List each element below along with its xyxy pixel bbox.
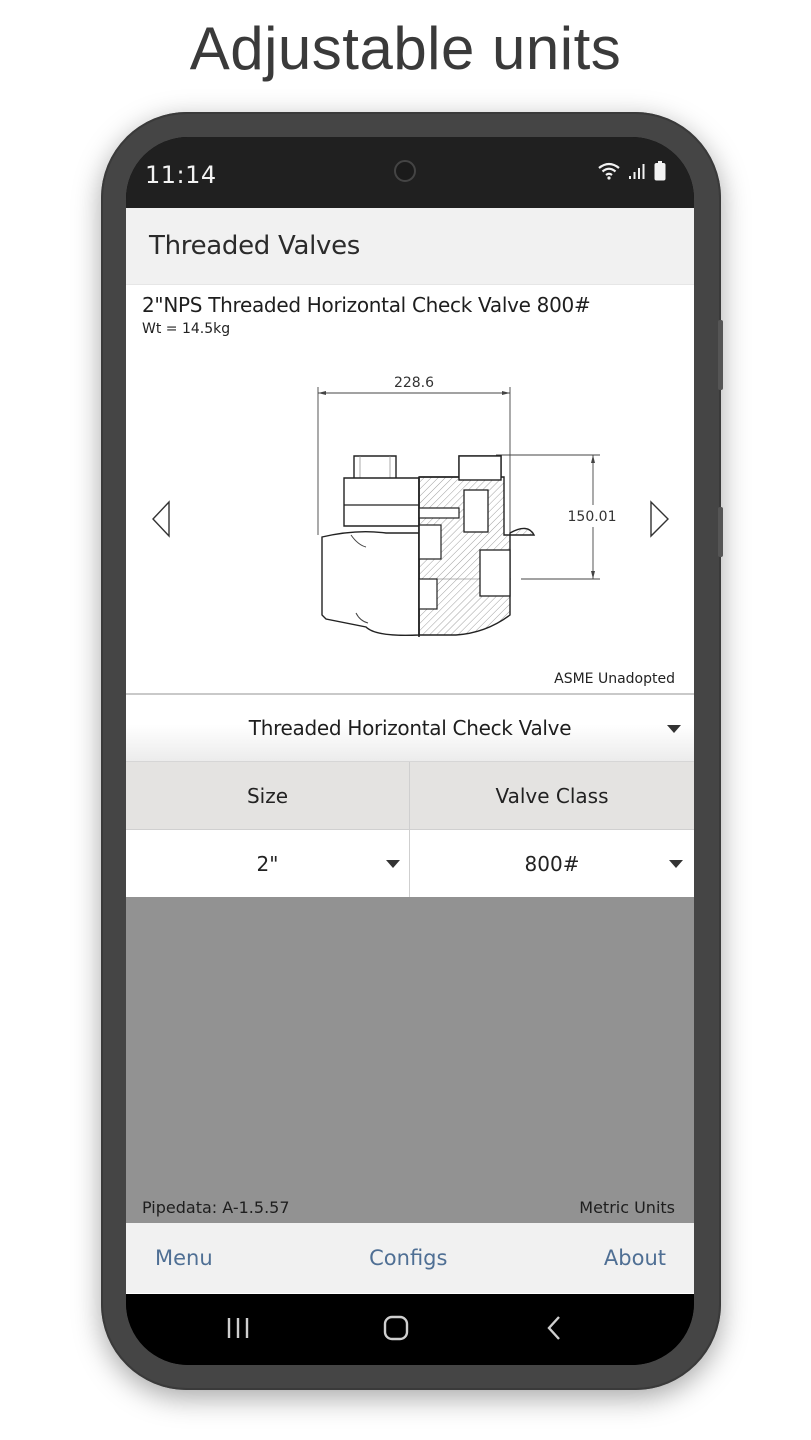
chevron-down-icon <box>669 860 683 868</box>
battery-icon <box>654 161 666 181</box>
valve-type-dropdown[interactable]: Threaded Horizontal Check Valve <box>126 695 694 762</box>
triangle-right-icon <box>650 500 669 538</box>
width-dimension-label: 228.6 <box>394 375 434 391</box>
chevron-down-icon <box>667 725 681 733</box>
status-icons <box>598 161 666 181</box>
tab-configs[interactable]: Configs <box>369 1246 447 1270</box>
phone-screen: 11:14 Threaded Valves 2"NPS Threaded Hor… <box>126 137 694 1365</box>
wifi-icon <box>598 162 620 180</box>
tab-menu[interactable]: Menu <box>155 1246 213 1270</box>
app-header: Threaded Valves <box>126 208 694 285</box>
height-dimension-label: 150.01 <box>568 509 617 525</box>
valve-class-value: 800# <box>524 851 580 876</box>
signal-icon <box>628 162 646 180</box>
recent-apps-button[interactable] <box>226 1314 250 1347</box>
home-button[interactable] <box>383 1314 409 1347</box>
valve-detail-panel: 2"NPS Threaded Horizontal Check Valve 80… <box>126 285 694 695</box>
size-header: Size <box>126 762 409 830</box>
valve-class-header: Valve Class <box>410 762 694 830</box>
version-label: Pipedata: A-1.5.57 <box>142 1198 290 1217</box>
status-time: 11:14 <box>145 161 217 189</box>
triangle-left-icon <box>152 500 170 538</box>
valve-weight: Wt = 14.5kg <box>142 321 231 337</box>
app-content: Threaded Valves 2"NPS Threaded Horizonta… <box>126 208 694 1294</box>
back-icon <box>547 1316 560 1340</box>
valve-type-value: Threaded Horizontal Check Valve <box>248 716 572 740</box>
recent-apps-icon <box>227 1318 249 1338</box>
valve-title: 2"NPS Threaded Horizontal Check Valve 80… <box>142 293 591 317</box>
units-label: Metric Units <box>579 1198 675 1217</box>
app-title: Threaded Valves <box>149 231 361 261</box>
promo-title: Adjustable units <box>189 15 622 82</box>
size-column: Size 2" <box>126 762 410 897</box>
size-dropdown[interactable]: 2" <box>126 830 409 897</box>
tab-about[interactable]: About <box>604 1246 666 1270</box>
power-button <box>718 507 723 557</box>
back-button[interactable] <box>544 1314 564 1347</box>
valve-drawing: 228.6 150.01 <box>317 375 617 637</box>
home-icon <box>383 1315 409 1341</box>
status-bar: 11:14 <box>126 137 694 208</box>
empty-content-area: Pipedata: A-1.5.57 Metric Units <box>126 897 694 1223</box>
valve-class-column: Valve Class 800# <box>410 762 694 897</box>
bottom-tab-bar: Menu Configs About <box>126 1223 694 1293</box>
next-button[interactable] <box>647 499 673 539</box>
selection-grid: Size 2" Valve Class 800# <box>126 762 694 897</box>
chevron-down-icon <box>386 860 400 868</box>
volume-button <box>718 320 723 390</box>
standard-note: ASME Unadopted <box>554 671 675 687</box>
system-nav-bar <box>126 1294 694 1365</box>
front-camera <box>394 160 416 182</box>
valve-class-dropdown[interactable]: 800# <box>410 830 694 897</box>
previous-button[interactable] <box>150 499 176 539</box>
size-value: 2" <box>256 851 279 876</box>
